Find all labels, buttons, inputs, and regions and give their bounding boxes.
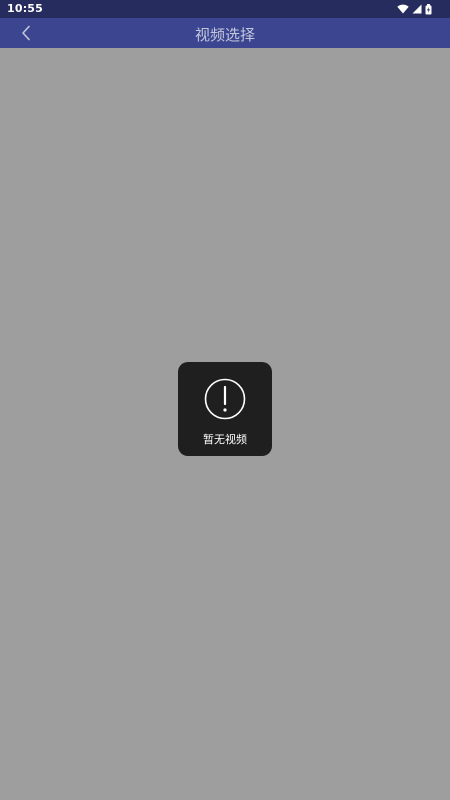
battery-icon — [425, 3, 432, 14]
app-bar: 视频选择 — [0, 18, 450, 48]
signal-icon — [412, 4, 422, 14]
empty-state-dialog: 暂无视频 — [178, 362, 272, 456]
wifi-icon — [397, 4, 409, 14]
screen: 10:55 视频选择 暂无视频 — [0, 0, 450, 800]
status-time: 10:55 — [7, 2, 44, 15]
page-title: 视频选择 — [194, 26, 255, 44]
status-icons — [397, 3, 432, 15]
status-bar: 10:55 — [0, 0, 450, 18]
empty-state-message: 暂无视频 — [203, 433, 247, 446]
alert-circle-icon — [204, 378, 246, 420]
